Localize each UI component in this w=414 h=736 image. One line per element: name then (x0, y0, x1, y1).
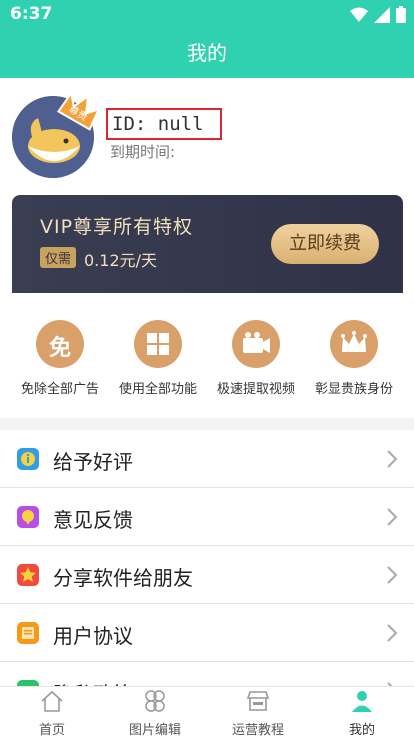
store-icon (246, 691, 270, 711)
menu-item-share[interactable]: 分享软件给朋友 (0, 546, 414, 604)
profile-section: 尊贵 ID: null 到期时间: VIP尊享所有特权 仅需 0.12元/天 立… (0, 78, 414, 306)
chevron-right-icon (387, 624, 398, 642)
price-tag: 仅需 (40, 247, 77, 268)
chevron-right-icon (387, 450, 398, 468)
person-icon (352, 691, 372, 712)
vip-crown-badge: 尊贵 (56, 90, 101, 131)
video-camera-icon (232, 320, 280, 368)
menu-label: 用户协议 (53, 624, 133, 648)
menu-item-rate[interactable]: 给予好评 (0, 430, 414, 488)
battery-icon (396, 6, 406, 23)
free-icon: 免 (36, 320, 84, 368)
menu-item-user-agreement[interactable]: 用户协议 (0, 604, 414, 662)
nav-label: 运营教程 (231, 723, 284, 736)
feature-label: 极速提取视频 (216, 382, 295, 397)
document-icon (17, 622, 39, 644)
nav-label: 首页 (38, 723, 65, 736)
chevron-right-icon (387, 566, 398, 584)
feedback-icon (17, 506, 39, 528)
nav-tutorial[interactable]: 运营教程 (206, 689, 310, 736)
menu-label: 分享软件给朋友 (53, 566, 193, 590)
bottom-nav: 首页 图片编辑 运营教程 我的 (0, 686, 414, 736)
wifi-icon (350, 7, 368, 22)
crown-icon (330, 320, 378, 368)
page-title: 我的 (187, 41, 227, 65)
nav-label: 我的 (348, 723, 375, 736)
chevron-right-icon (387, 508, 398, 526)
star-icon (17, 564, 39, 586)
vip-title: VIP尊享所有特权 (40, 216, 194, 238)
vip-features: 免 免除全部广告 使用全部功能 极速提取视频 彰显贵族身份 (0, 306, 414, 418)
feature-fast-video[interactable]: 极速提取视频 (206, 320, 306, 397)
grid-icon (134, 320, 182, 368)
home-icon (41, 690, 63, 712)
clover-icon (145, 690, 165, 712)
feature-label: 免除全部广告 (20, 382, 99, 397)
user-id: ID: null (106, 108, 222, 140)
feature-label: 彰显贵族身份 (314, 382, 393, 397)
nav-home[interactable]: 首页 (0, 689, 104, 736)
nav-image-edit[interactable]: 图片编辑 (103, 689, 207, 736)
app-bar: 我的 (0, 28, 414, 78)
signal-icon (374, 6, 390, 23)
expire-time-label: 到期时间: (110, 143, 176, 161)
nav-mine[interactable]: 我的 (310, 689, 414, 736)
menu-item-feedback[interactable]: 意见反馈 (0, 488, 414, 546)
feature-all-functions[interactable]: 使用全部功能 (108, 320, 208, 397)
menu-label: 给予好评 (53, 450, 133, 474)
status-icons (350, 6, 406, 23)
feature-noble-identity[interactable]: 彰显贵族身份 (304, 320, 404, 397)
menu-label: 意见反馈 (53, 508, 133, 532)
status-bar: 6:37 (0, 0, 414, 28)
nav-label: 图片编辑 (128, 723, 181, 736)
vip-card: VIP尊享所有特权 仅需 0.12元/天 立即续费 (12, 195, 403, 293)
status-time: 6:37 (10, 4, 53, 24)
feature-label: 使用全部功能 (118, 382, 197, 397)
renew-button[interactable]: 立即续费 (271, 224, 379, 264)
feature-no-ads[interactable]: 免 免除全部广告 (10, 320, 110, 397)
info-icon (17, 448, 39, 470)
settings-menu: 给予好评 意见反馈 分享软件给朋友 用户协议 隐私政策 (0, 430, 414, 720)
vip-price: 0.12元/天 (84, 251, 158, 270)
